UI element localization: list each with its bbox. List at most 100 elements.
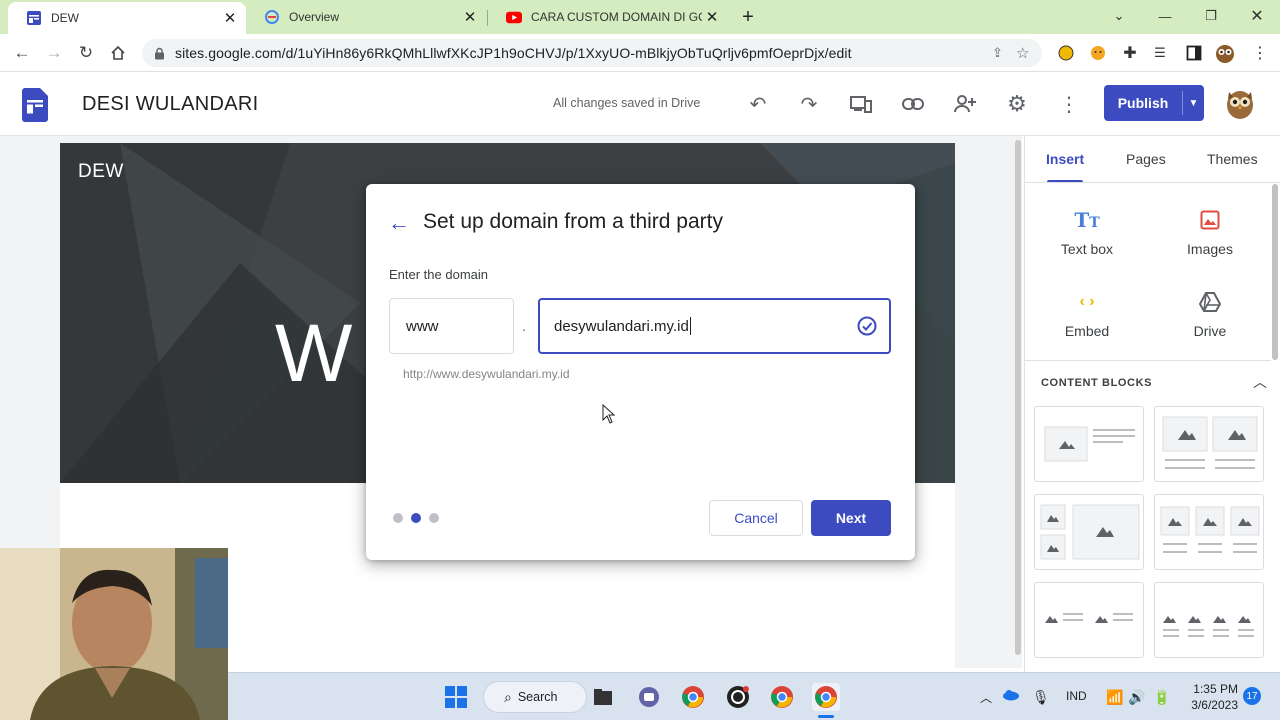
home-icon[interactable] bbox=[106, 41, 130, 65]
microphone-icon[interactable]: 🎙 bbox=[1032, 689, 1050, 706]
notification-count-badge[interactable]: 17 bbox=[1243, 687, 1261, 705]
share-icon[interactable]: ⇪ bbox=[992, 45, 1016, 61]
drive-icon bbox=[1155, 290, 1265, 314]
image-icon bbox=[1155, 208, 1265, 232]
active-app-indicator bbox=[818, 715, 834, 718]
share-with-others-icon[interactable] bbox=[953, 92, 977, 116]
chrome-profile-1-icon[interactable] bbox=[679, 683, 707, 711]
undo-icon[interactable]: ↶ bbox=[746, 92, 770, 116]
browser-tab-strip: DEW ✕ Overview ✕ CARA CUSTOM DOMAIN DI G… bbox=[0, 0, 1280, 34]
address-bar[interactable]: sites.google.com/d/1uYiHn86y6RkQMhLllwfX… bbox=[142, 39, 1042, 67]
domain-input[interactable]: desywulandari.my.id bbox=[538, 298, 891, 354]
extension-face-icon[interactable] bbox=[1088, 43, 1108, 63]
minimize-icon[interactable]: — bbox=[1142, 0, 1188, 32]
taskbar-search-box[interactable]: ⌕ Search bbox=[483, 681, 587, 713]
canvas-scrollbar[interactable] bbox=[1015, 140, 1021, 655]
google-sites-logo-icon[interactable] bbox=[22, 88, 48, 127]
content-block-image-text[interactable] bbox=[1034, 406, 1144, 482]
browser-menu-icon[interactable]: ⋮ bbox=[1250, 43, 1270, 63]
next-button[interactable]: Next bbox=[811, 500, 891, 536]
clock-time: 1:35 PM bbox=[1193, 682, 1238, 696]
step-dot bbox=[429, 513, 439, 523]
collapse-chevron-icon[interactable]: ︿ bbox=[1253, 372, 1267, 392]
chrome-profile-3-icon[interactable] bbox=[812, 683, 840, 711]
close-tab-icon[interactable]: ✕ bbox=[220, 9, 240, 27]
editor-side-panel: Insert Pages Themes TT Text box Images ‹… bbox=[1024, 136, 1280, 672]
site-logo-text[interactable]: DEW bbox=[78, 161, 124, 183]
chrome-profile-2-icon[interactable] bbox=[768, 683, 796, 711]
input-language[interactable]: IND bbox=[1066, 689, 1087, 703]
subdomain-input[interactable]: www bbox=[389, 298, 514, 354]
panel-scrollbar[interactable] bbox=[1272, 184, 1278, 360]
extensions-puzzle-icon[interactable]: ✚ bbox=[1120, 43, 1140, 63]
embed-code-icon: ‹ › bbox=[1079, 293, 1095, 310]
new-tab-button[interactable]: + bbox=[736, 6, 760, 28]
save-status: All changes saved in Drive bbox=[553, 96, 701, 110]
tab-themes[interactable]: Themes bbox=[1207, 151, 1258, 167]
redo-icon[interactable]: ↷ bbox=[797, 92, 821, 116]
close-window-icon[interactable]: ✕ bbox=[1234, 0, 1280, 32]
tray-overflow-chevron-icon[interactable]: ︿ bbox=[980, 689, 992, 706]
browser-tab-youtube[interactable]: CARA CUSTOM DOMAIN DI GOOGLE ✕ bbox=[488, 0, 728, 34]
battery-icon[interactable]: 🔋 bbox=[1153, 689, 1170, 706]
more-options-icon[interactable]: ⋮ bbox=[1057, 92, 1081, 116]
link-icon[interactable] bbox=[901, 92, 925, 116]
profile-avatar-owl-icon[interactable] bbox=[1214, 43, 1234, 63]
restore-icon[interactable]: ❐ bbox=[1188, 0, 1234, 32]
google-sites-icon bbox=[26, 10, 42, 26]
browser-tab-overview[interactable]: Overview ✕ bbox=[246, 0, 486, 34]
extension-coin-icon[interactable] bbox=[1056, 43, 1076, 63]
tab-insert[interactable]: Insert bbox=[1046, 151, 1084, 167]
back-arrow-icon[interactable]: ← bbox=[388, 210, 410, 236]
hero-title[interactable]: W bbox=[275, 313, 352, 395]
sites-header: DESI WULANDARI All changes saved in Driv… bbox=[0, 72, 1280, 136]
content-block-two-images[interactable] bbox=[1154, 406, 1264, 482]
site-title[interactable]: DESI WULANDARI bbox=[82, 93, 258, 116]
volume-icon[interactable]: 🔊 bbox=[1128, 689, 1145, 706]
insert-item-label: Embed bbox=[1064, 323, 1110, 339]
bookmark-star-icon[interactable]: ☆ bbox=[1016, 44, 1042, 62]
content-block-two-image-rows[interactable] bbox=[1034, 582, 1144, 658]
valid-check-icon bbox=[857, 316, 877, 340]
file-explorer-icon[interactable] bbox=[589, 683, 617, 711]
windows-start-icon[interactable] bbox=[442, 683, 470, 711]
step-dot-active bbox=[411, 513, 421, 523]
domain-input-value: desywulandari.my.id bbox=[554, 317, 689, 335]
publish-dropdown-icon[interactable]: ▼ bbox=[1183, 85, 1204, 121]
publish-button[interactable]: Publish bbox=[1104, 85, 1182, 121]
content-block-three-images[interactable] bbox=[1154, 494, 1264, 570]
cancel-button[interactable]: Cancel bbox=[709, 500, 803, 536]
clock[interactable]: 1:35 PM 3/6/2023 bbox=[1188, 681, 1238, 713]
preview-devices-icon[interactable] bbox=[849, 92, 873, 116]
teams-chat-icon[interactable] bbox=[635, 683, 663, 711]
webcam-presenter-image bbox=[0, 548, 228, 720]
insert-text-box[interactable]: TT Text box bbox=[1032, 208, 1142, 257]
tab-search-icon[interactable]: ⌄ bbox=[1096, 0, 1142, 32]
media-queue-icon[interactable]: ☰ bbox=[1150, 43, 1170, 63]
insert-images[interactable]: Images bbox=[1155, 208, 1265, 257]
insert-embed[interactable]: ‹ › Embed bbox=[1032, 290, 1142, 339]
obs-studio-icon[interactable] bbox=[724, 683, 752, 711]
text-box-icon: TT bbox=[1074, 208, 1100, 232]
close-tab-icon[interactable]: ✕ bbox=[460, 8, 480, 26]
account-avatar-owl-icon[interactable] bbox=[1224, 86, 1256, 125]
side-panel-icon[interactable] bbox=[1184, 43, 1204, 63]
webcam-overlay bbox=[0, 548, 228, 720]
close-tab-icon[interactable]: ✕ bbox=[702, 8, 722, 26]
browser-toolbar: ← → ↻ sites.google.com/d/1uYiHn86y6RkQMh… bbox=[0, 34, 1280, 72]
content-block-four-images[interactable] bbox=[1154, 582, 1264, 658]
tab-title: Overview bbox=[289, 10, 340, 24]
forward-arrow-icon[interactable]: → bbox=[42, 41, 66, 65]
insert-drive[interactable]: Drive bbox=[1155, 290, 1265, 339]
content-block-gallery[interactable] bbox=[1034, 494, 1144, 570]
reload-icon[interactable]: ↻ bbox=[74, 41, 98, 65]
wifi-icon[interactable]: 📶 bbox=[1106, 689, 1123, 706]
tab-pages[interactable]: Pages bbox=[1126, 151, 1166, 167]
back-arrow-icon[interactable]: ← bbox=[10, 41, 34, 65]
insert-item-label: Text box bbox=[1060, 241, 1114, 257]
browser-tab-sites[interactable]: DEW ✕ bbox=[8, 2, 246, 34]
domain-setup-dialog: ← Set up domain from a third party Enter… bbox=[366, 184, 915, 560]
settings-gear-icon[interactable]: ⚙ bbox=[1005, 91, 1029, 116]
step-dot bbox=[393, 513, 403, 523]
onedrive-cloud-icon[interactable] bbox=[1002, 689, 1020, 704]
